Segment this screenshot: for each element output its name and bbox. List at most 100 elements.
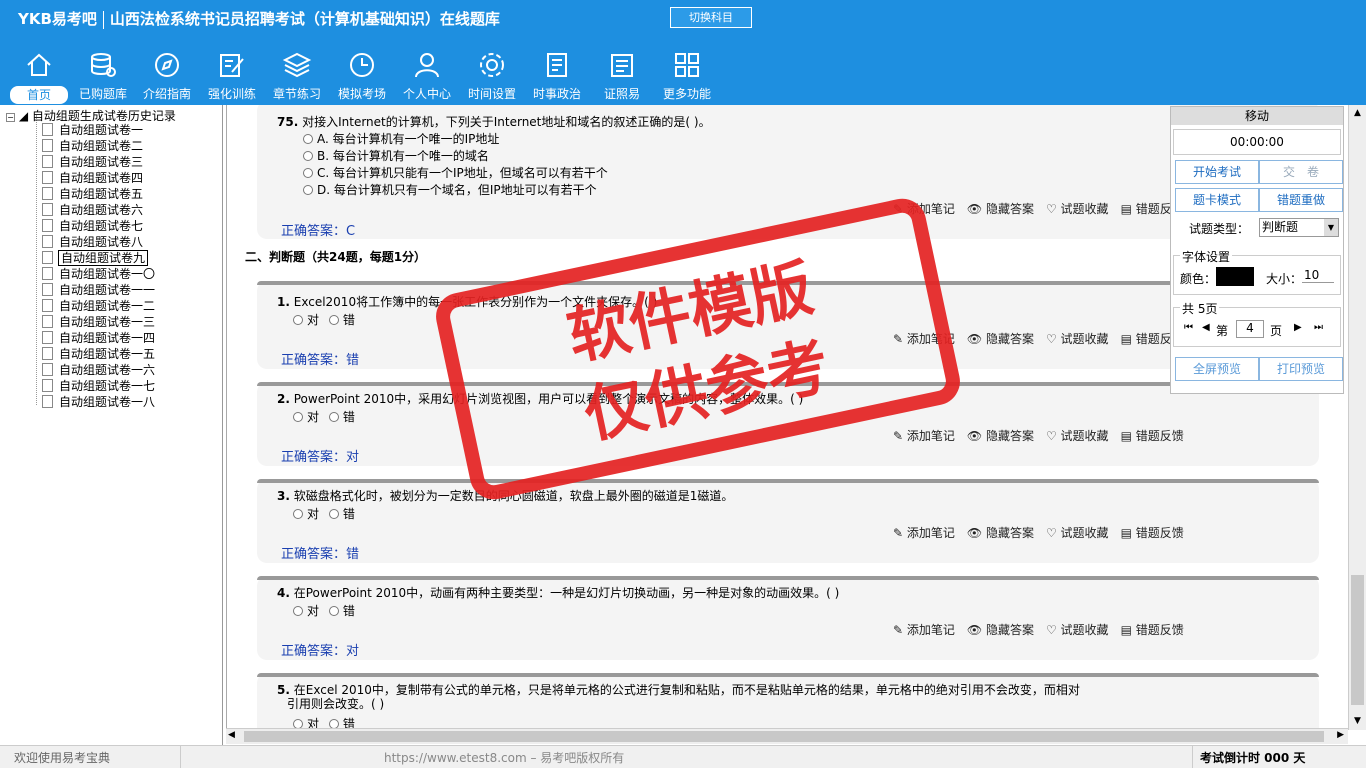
hide-answer-button[interactable]: 👁 隐藏答案: [967, 623, 1034, 637]
print-preview-button[interactable]: 打印预览: [1259, 357, 1343, 381]
report-error-button[interactable]: ▤ 错题反馈: [1121, 623, 1184, 637]
radio[interactable]: [328, 606, 339, 616]
radio[interactable]: [328, 509, 339, 519]
tree-item[interactable]: 自动组题试卷一四: [42, 330, 155, 346]
nav-label: 证照易: [603, 87, 640, 101]
vertical-scrollbar[interactable]: ▲ ▼: [1348, 105, 1366, 730]
hide-answer-button[interactable]: 👁 隐藏答案: [967, 202, 1034, 216]
document-icon: [42, 235, 53, 248]
add-note-button[interactable]: ✎ 添加笔记: [893, 526, 955, 540]
radio[interactable]: [293, 509, 303, 519]
font-size-input[interactable]: 10: [1302, 268, 1334, 283]
tree-item-selected[interactable]: 自动组题试卷九: [42, 250, 149, 266]
favorite-button[interactable]: ♡ 试题收藏: [1046, 429, 1109, 443]
nav-label: 时间设置: [467, 87, 516, 101]
radio[interactable]: [293, 412, 303, 422]
question-text: 4. 在PowerPoint 2010中，动画有两种主要类型：一种是幻灯片切换动…: [277, 586, 840, 600]
first-page-icon[interactable]: ⏮: [1184, 322, 1193, 333]
nav-time-settings[interactable]: 时间设置: [459, 48, 525, 104]
favorite-button[interactable]: ♡ 试题收藏: [1046, 526, 1109, 540]
status-bar: 欢迎使用易考宝典 https://www.etest8.com – 易考吧版权所…: [0, 745, 1366, 768]
option-a[interactable]: A. 每台计算机有一个唯一的IP地址: [303, 130, 499, 147]
redo-wrong-button[interactable]: 错题重做: [1259, 188, 1343, 212]
fullscreen-preview-button[interactable]: 全屏预览: [1175, 357, 1259, 381]
submit-button[interactable]: 交 卷: [1259, 160, 1343, 184]
option-d[interactable]: D. 每台计算机只有一个域名，但IP地址可以有若干个: [303, 181, 597, 198]
document-icon: [42, 395, 53, 408]
tree-item[interactable]: 自动组题试卷一七: [42, 378, 155, 394]
type-select[interactable]: 判断题 ▼: [1259, 218, 1339, 237]
tree-item[interactable]: 自动组题试卷一六: [42, 362, 155, 378]
card-mode-button[interactable]: 题卡模式: [1175, 188, 1259, 212]
scroll-thumb[interactable]: [1351, 575, 1364, 705]
radio[interactable]: [293, 606, 303, 616]
tf-options[interactable]: 对 错: [293, 408, 355, 425]
tree-item[interactable]: 自动组题试卷一: [42, 122, 143, 138]
user-icon: [415, 53, 439, 78]
panel-title[interactable]: 移动: [1171, 107, 1343, 125]
chevron-down-icon: ▼: [1324, 219, 1338, 236]
prev-page-icon[interactable]: ◀: [1202, 322, 1210, 333]
nav-license[interactable]: 证照易: [589, 48, 655, 104]
scroll-thumb[interactable]: [244, 731, 1324, 742]
last-page-icon[interactable]: ⏭: [1314, 322, 1323, 333]
radio[interactable]: [328, 315, 339, 325]
radio[interactable]: [303, 151, 313, 161]
nav-more[interactable]: 更多功能: [654, 48, 720, 104]
tree-item[interactable]: 自动组题试卷一三: [42, 314, 155, 330]
switch-subject-button[interactable]: 切换科目: [670, 7, 752, 28]
tf-options[interactable]: 对 错: [293, 505, 355, 522]
report-error-button[interactable]: ▤ 错题反馈: [1121, 429, 1184, 443]
tree-item[interactable]: 自动组题试卷三: [42, 154, 143, 170]
status-copyright: https://www.etest8.com – 易考吧版权所有: [384, 751, 625, 765]
favorite-button[interactable]: ♡ 试题收藏: [1046, 202, 1109, 216]
document-icon: [42, 187, 53, 200]
nav-chapter[interactable]: 章节练习: [264, 48, 330, 104]
tree-item[interactable]: 自动组题试卷一一: [42, 282, 155, 298]
hide-answer-button[interactable]: 👁 隐藏答案: [967, 526, 1034, 540]
tree-item[interactable]: 自动组题试卷一八: [42, 394, 155, 410]
nav-guide[interactable]: 介绍指南: [134, 48, 200, 104]
report-error-button[interactable]: ▤ 错题反馈: [1121, 526, 1184, 540]
tree-item[interactable]: 自动组题试卷一二: [42, 298, 155, 314]
nav-label: 模拟考场: [337, 87, 386, 101]
tree-item[interactable]: 自动组题试卷一五: [42, 346, 155, 362]
favorite-button[interactable]: ♡ 试题收藏: [1046, 332, 1109, 346]
option-b[interactable]: B. 每台计算机有一个唯一的域名: [303, 147, 489, 164]
color-swatch[interactable]: [1216, 267, 1254, 286]
collapse-icon[interactable]: −: [6, 113, 15, 122]
tree-item[interactable]: 自动组题试卷八: [42, 234, 143, 250]
horizontal-scrollbar[interactable]: ◀ ▶: [226, 728, 1348, 744]
tree-item[interactable]: 自动组题试卷二: [42, 138, 143, 154]
hide-answer-button[interactable]: 👁 隐藏答案: [967, 429, 1034, 443]
tf-options[interactable]: 对 错: [293, 602, 355, 619]
tree-item[interactable]: 自动组题试卷五: [42, 186, 143, 202]
page-input[interactable]: 4: [1236, 320, 1264, 338]
question-card: 3. 软磁盘格式化时，被划分为一定数目的同心圆磁道，软盘上最外圈的磁道是1磁道。…: [257, 479, 1319, 563]
start-exam-button[interactable]: 开始考试: [1175, 160, 1259, 184]
tf-options[interactable]: 对 错: [293, 311, 355, 328]
tree-item[interactable]: 自动组题试卷四: [42, 170, 143, 186]
nav-profile[interactable]: 个人中心: [394, 48, 460, 104]
tree-item[interactable]: 自动组题试卷六: [42, 202, 143, 218]
nav-current-affairs[interactable]: 时事政治: [524, 48, 590, 104]
radio[interactable]: [328, 412, 339, 422]
tree-item[interactable]: 自动组题试卷七: [42, 218, 143, 234]
tree-item[interactable]: 自动组题试卷一〇: [42, 266, 155, 282]
hide-answer-button[interactable]: 👁 隐藏答案: [967, 332, 1034, 346]
next-page-icon[interactable]: ▶: [1294, 322, 1302, 333]
favorite-button[interactable]: ♡ 试题收藏: [1046, 623, 1109, 637]
add-note-button[interactable]: ✎ 添加笔记: [893, 429, 955, 443]
add-note-button[interactable]: ✎ 添加笔记: [893, 623, 955, 637]
timer: 00:00:00: [1173, 129, 1341, 155]
nav-training[interactable]: 强化训练: [199, 48, 265, 104]
nav-purchased[interactable]: 已购题库: [70, 48, 136, 104]
nav-home[interactable]: 首页: [6, 48, 72, 104]
radio[interactable]: [303, 168, 313, 178]
radio[interactable]: [303, 185, 313, 195]
radio[interactable]: [303, 134, 313, 144]
nav-mock-exam[interactable]: 模拟考场: [329, 48, 395, 104]
option-c[interactable]: C. 每台计算机只能有一个IP地址，但域名可以有若干个: [303, 164, 608, 181]
exam-control-panel: 移动 00:00:00 开始考试 交 卷 题卡模式 错题重做 试题类型： 判断题…: [1170, 106, 1344, 394]
radio[interactable]: [293, 315, 303, 325]
